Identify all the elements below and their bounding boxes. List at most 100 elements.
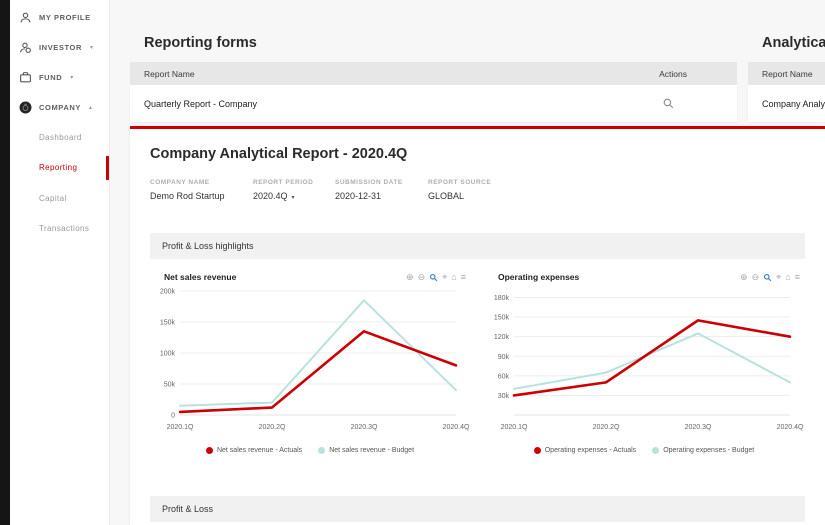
svg-text:180k: 180k [494,295,510,302]
report-meta-fields: COMPANY NAME Demo Rod Startup REPORT PER… [150,179,805,207]
pan-icon[interactable]: ⌖ [776,272,781,282]
legend-label: Operating expenses - Actuals [544,447,637,454]
report-row-name: Company Analyt [762,98,825,109]
svg-text:2020.1Q: 2020.1Q [167,424,194,431]
menu-icon[interactable]: ≡ [461,272,466,282]
table-row[interactable]: Quarterly Report - Company [130,85,737,122]
search-icon[interactable] [662,97,675,110]
chevron-down-icon: ▾ [90,44,94,51]
svg-text:150k: 150k [160,320,176,327]
reporting-forms-table-header: Report Name Actions [130,62,737,85]
column-actions: Actions [659,68,687,79]
sidebar-item-transactions[interactable]: Transactions [10,214,109,245]
legend-item-budget[interactable]: Operating expenses - Budget [652,447,754,454]
field-value: 2020-12-31 [335,191,382,201]
legend-item-budget[interactable]: Net sales revenue - Budget [318,447,414,454]
sidebar-subitem-label: Capital [39,193,67,203]
column-report-name: Report Name [762,68,813,79]
zoom-search-icon[interactable] [429,273,438,282]
chart-header: Net sales revenue ⊕ ⊖ ⌖ ⌂ ≡ [150,271,470,283]
zoom-in-icon[interactable]: ⊕ [740,272,748,282]
investor-icon [20,42,31,53]
sidebar-item-company[interactable]: COMPANY ▴ [10,92,109,122]
analytical-report-card: Company Analytical Report - 2020.4Q COMP… [130,126,825,525]
svg-text:2020.3Q: 2020.3Q [685,424,712,431]
chart-operating-expenses: Operating expenses ⊕ ⊖ ⌖ ⌂ ≡ 30k 60k 90k 12… [484,271,804,456]
sidebar-item-label: INVESTOR [39,42,83,52]
column-report-name: Report Name [144,68,195,79]
chart-net-sales-revenue: Net sales revenue ⊕ ⊖ ⌖ ⌂ ≡ 0 50k 100k 150k… [150,271,470,456]
legend-dot [318,447,326,454]
sidebar-item-capital[interactable]: Capital [10,183,109,214]
sidebar-subitem-label: Reporting [39,163,78,173]
sidebar-item-fund[interactable]: FUND ▾ [10,62,109,92]
reporting-forms-title: Reporting forms [144,35,257,51]
field-label: REPORT SOURCE [428,179,492,186]
section-profit-loss-highlights: Profit & Loss highlights [150,233,805,259]
window-edge-strip [0,0,10,525]
legend-dot [533,447,541,454]
chart-title: Net sales revenue [164,272,237,282]
report-row-name: Quarterly Report - Company [144,98,258,109]
field-label: REPORT PERIOD [253,179,314,186]
legend-label: Operating expenses - Budget [663,447,755,454]
sidebar: MY PROFILE INVESTOR ▾ FUND ▾ COMPANY ▴ D… [10,0,110,525]
home-icon[interactable]: ⌂ [451,272,456,282]
sidebar-item-dashboard[interactable]: Dashboard [10,122,109,153]
field-submission-date: SUBMISSION DATE 2020-12-31 [335,179,428,207]
svg-text:2020.2Q: 2020.2Q [593,424,620,431]
legend-label: Net sales revenue - Budget [329,447,415,454]
zoom-in-icon[interactable]: ⊕ [406,272,414,282]
charts-row: Net sales revenue ⊕ ⊖ ⌖ ⌂ ≡ 0 50k 100k 150k… [150,271,805,456]
chart-modebar: ⊕ ⊖ ⌖ ⌂ ≡ [406,272,466,282]
field-label: SUBMISSION DATE [335,179,403,186]
legend-dot [205,447,213,454]
home-icon[interactable]: ⌂ [785,272,790,282]
svg-text:2020.4Q: 2020.4Q [777,424,804,431]
sidebar-item-investor[interactable]: INVESTOR ▾ [10,32,109,62]
svg-text:0: 0 [171,413,175,420]
chevron-down-icon: ▾ [70,74,74,81]
chart-legend: Operating expenses - Actuals Operating e… [484,445,804,456]
legend-dot [652,447,660,454]
svg-text:2020.3Q: 2020.3Q [351,424,378,431]
sidebar-item-label: MY PROFILE [39,12,91,22]
sidebar-item-label: COMPANY [39,102,81,112]
company-icon [19,101,32,113]
field-value: GLOBAL [428,191,465,201]
fund-icon [20,71,31,82]
svg-text:90k: 90k [498,354,510,361]
chart-legend: Net sales revenue - Actuals Net sales re… [150,445,470,456]
profile-icon [20,12,31,22]
analytical-reports-panel: Analytical re Report Name Company Analyt [748,35,825,122]
chevron-down-icon: ▾ [291,195,295,201]
line-chart-plot[interactable]: 0 50k 100k 150k 200k 2020.1Q 2020.2Q 2020.3Q 202… [150,283,470,445]
field-value: Demo Rod Startup [150,191,225,201]
sidebar-item-reporting[interactable]: Reporting [10,153,109,184]
legend-item-actuals[interactable]: Operating expenses - Actuals [533,447,637,454]
legend-label: Net sales revenue - Actuals [216,447,303,454]
svg-text:120k: 120k [494,334,510,341]
sidebar-item-label: FUND [39,72,63,82]
svg-text:50k: 50k [164,382,176,389]
svg-text:2020.1Q: 2020.1Q [501,424,528,431]
svg-text:60k: 60k [498,373,510,380]
svg-text:150k: 150k [494,315,510,322]
line-chart-plot[interactable]: 30k 60k 90k 120k 150k 180k 2020.1Q 2020.2Q 2020.… [484,283,804,445]
menu-icon[interactable]: ≡ [795,272,800,282]
report-period-select[interactable]: 2020.4Q ▾ [253,191,335,201]
analytical-reports-title: Analytical re [762,35,825,51]
zoom-out-icon[interactable]: ⊖ [418,272,426,282]
field-label: COMPANY NAME [150,179,210,186]
table-row[interactable]: Company Analyt [748,85,825,122]
sidebar-subitem-label: Transactions [39,224,90,234]
sidebar-item-my-profile[interactable]: MY PROFILE [10,2,109,32]
report-title: Company Analytical Report - 2020.4Q [150,146,408,162]
svg-text:100k: 100k [160,351,176,358]
pan-icon[interactable]: ⌖ [442,272,447,282]
zoom-search-icon[interactable] [763,273,772,282]
zoom-out-icon[interactable]: ⊖ [752,272,760,282]
chart-header: Operating expenses ⊕ ⊖ ⌖ ⌂ ≡ [484,271,804,283]
legend-item-actuals[interactable]: Net sales revenue - Actuals [205,447,303,454]
field-report-source: REPORT SOURCE GLOBAL [428,179,491,207]
